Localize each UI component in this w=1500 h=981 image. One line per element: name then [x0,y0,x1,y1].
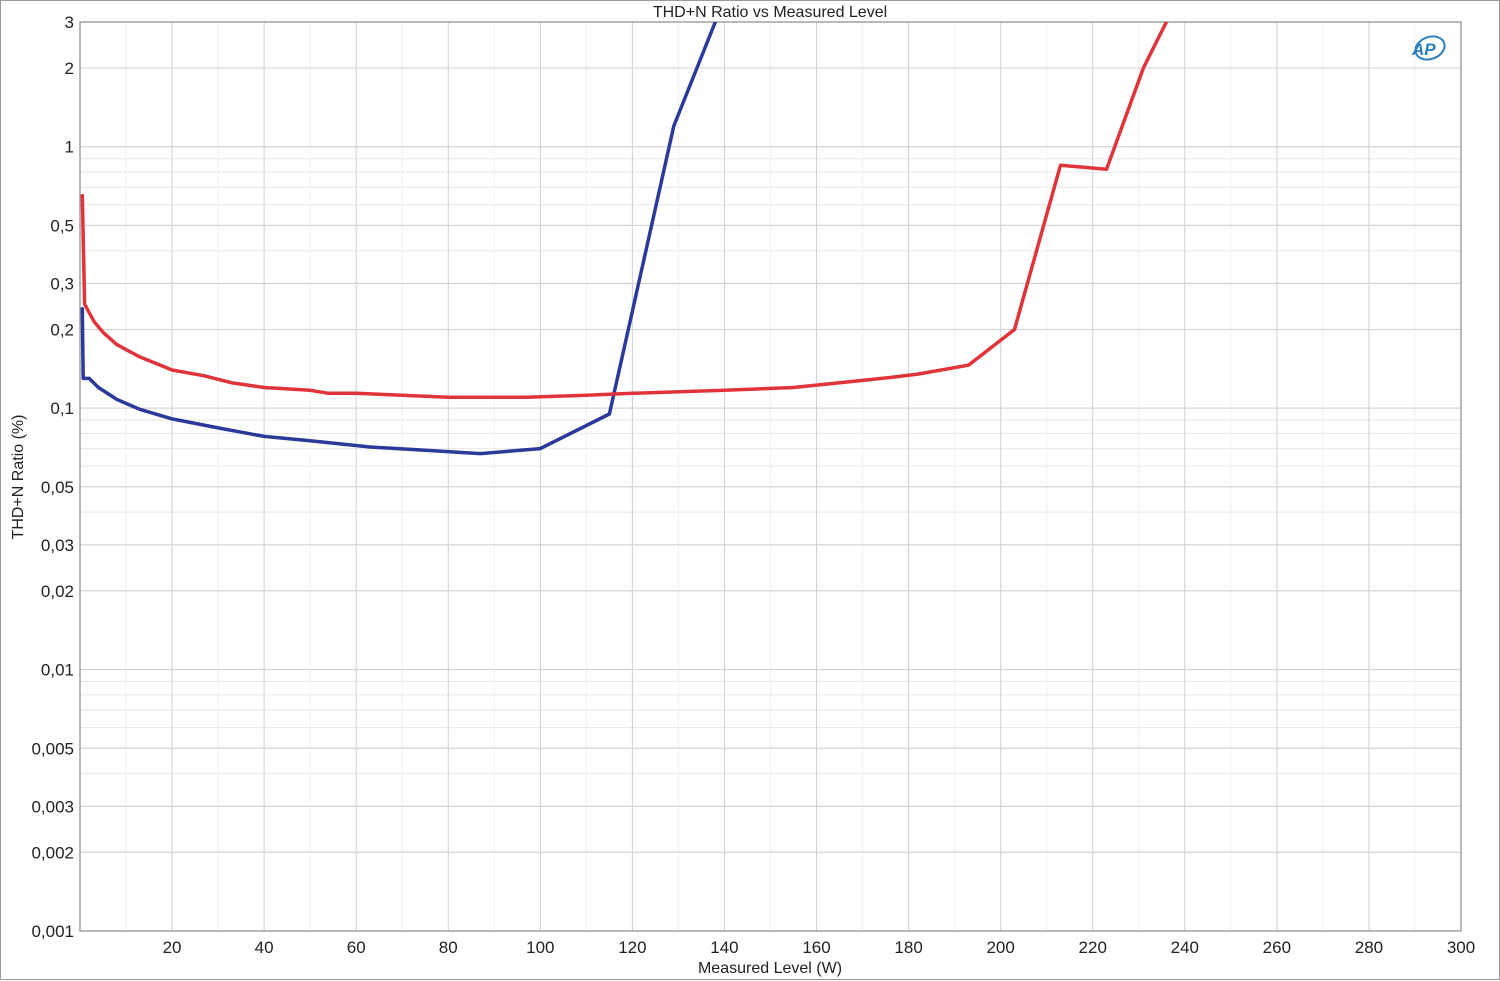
y-tick-label: 0,002 [31,843,74,862]
y-tick-label: 0,001 [31,922,74,941]
x-tick-label: 100 [526,938,554,957]
x-tick-label: 280 [1355,938,1383,957]
logo-text: AP [1411,40,1436,59]
y-tick-label: 3 [65,13,74,32]
y-tick-label: 2 [65,59,74,78]
y-tick-label: 0,2 [50,320,74,339]
y-tick-label: 0,05 [41,478,74,497]
y-tick-label: 0,1 [50,399,74,418]
x-tick-label: 160 [802,938,830,957]
thd-chart: 0,001 0,002 0,003 0,005 0,01 0,02 0,03 0,05 0,1 0… [10,4,1475,977]
y-tick-label: 0,5 [50,216,74,235]
y-tick-label: 0,01 [41,661,74,680]
y-tick-label: 0,02 [41,582,74,601]
y-axis-title: THD+N Ratio (%) [10,415,27,540]
x-tick-label: 200 [986,938,1014,957]
series-layer [80,22,1169,456]
y-tick-label: 0,3 [50,274,74,293]
chart-title: THD+N Ratio vs Measured Level [653,4,887,21]
x-tick-label: 260 [1263,938,1291,957]
x-tick-label: 220 [1079,938,1107,957]
x-tick-label: 20 [163,938,182,957]
x-tick-label: 120 [618,938,646,957]
series-line-1 [80,22,718,456]
y-tick-label: 0,03 [41,536,74,555]
x-tick-label: 240 [1171,938,1199,957]
tick-layer: 0,001 0,002 0,003 0,005 0,01 0,02 0,03 0,05 0,1 0… [31,13,1475,957]
y-tick-label: 1 [65,138,74,157]
x-axis-title: Measured Level (W) [698,960,842,977]
y-tick-label: 0,003 [31,797,74,816]
chart-frame: 0,001 0,002 0,003 0,005 0,01 0,02 0,03 0,05 0,1 0… [0,0,1500,980]
x-tick-label: 80 [439,938,458,957]
x-tick-label: 300 [1447,938,1475,957]
x-tick-label: 180 [894,938,922,957]
x-tick-label: 140 [710,938,738,957]
x-tick-label: 40 [255,938,274,957]
grid-layer [80,21,1462,932]
y-tick-label: 0,005 [31,739,74,758]
ap-logo: AP [1411,35,1446,61]
x-tick-label: 60 [347,938,366,957]
